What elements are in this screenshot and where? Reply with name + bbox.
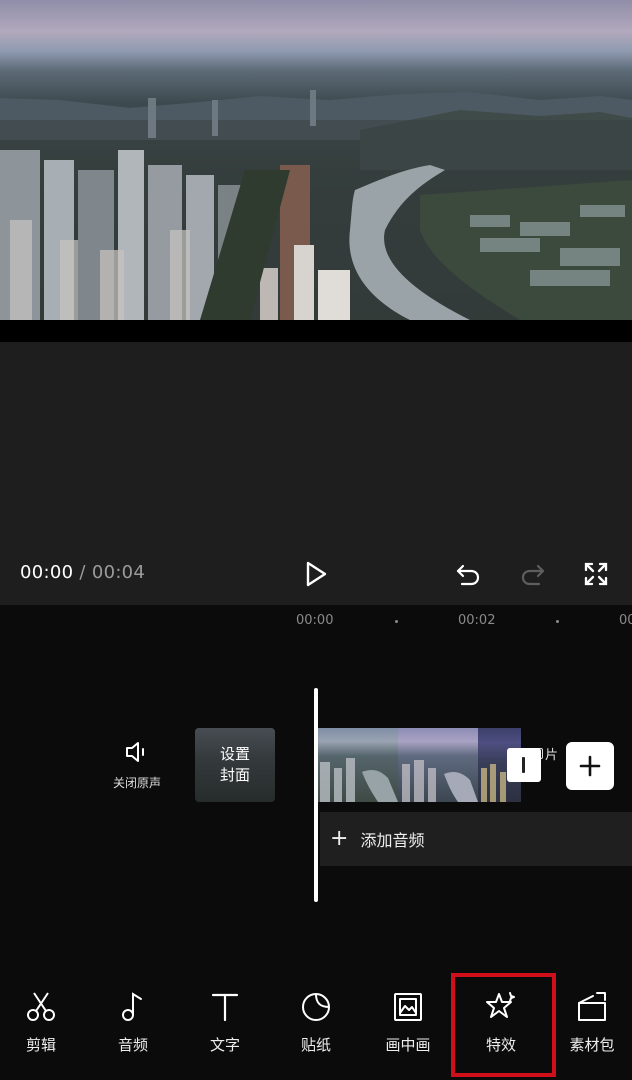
- fullscreen-icon: [584, 562, 608, 586]
- effects-highlight-box: [451, 973, 556, 1077]
- play-icon: [306, 561, 327, 587]
- ruler-label: 00:00: [296, 613, 334, 628]
- play-button[interactable]: [298, 556, 334, 592]
- total-time: 00:04: [91, 562, 146, 583]
- plus-icon: [579, 755, 601, 777]
- text-icon: [211, 993, 239, 1022]
- picture-in-picture-icon: [394, 993, 422, 1021]
- time-separator: /: [79, 562, 86, 583]
- tool-label: 音频: [117, 1036, 148, 1054]
- undo-button[interactable]: [450, 556, 486, 592]
- tool-label: 剪辑: [25, 1036, 56, 1054]
- add-audio-button[interactable]: + 添加音频: [320, 812, 632, 866]
- cover-label: 设置 封面: [219, 745, 250, 784]
- mute-label: 关闭原声: [112, 776, 161, 790]
- timecode: 00:00 / 00:04: [20, 562, 145, 583]
- tool-audio[interactable]: 音频: [93, 990, 173, 1060]
- tool-text[interactable]: 文字: [185, 990, 265, 1060]
- mute-original-audio-button[interactable]: 关闭原声: [104, 740, 170, 800]
- video-preview[interactable]: [0, 0, 632, 320]
- clip-thumbnail: [318, 728, 398, 802]
- scissors-icon: [27, 992, 55, 1021]
- ruler-label: 00: [619, 613, 632, 628]
- clip-trim-handle[interactable]: [507, 748, 541, 782]
- fullscreen-button[interactable]: [578, 556, 614, 592]
- tool-label: 文字: [209, 1036, 240, 1054]
- add-clip-button[interactable]: [566, 742, 614, 790]
- set-cover-button[interactable]: 设置 封面: [195, 728, 275, 802]
- playhead[interactable]: [314, 688, 318, 902]
- tool-label: 画中画: [385, 1036, 431, 1054]
- material-pack-icon: [578, 992, 606, 1021]
- undo-icon: [456, 564, 480, 586]
- video-clip[interactable]: [318, 728, 521, 802]
- tool-picture-in-picture[interactable]: 画中画: [368, 990, 448, 1060]
- ruler-dot: [395, 620, 398, 623]
- current-time: 00:00: [20, 562, 74, 583]
- tool-edit[interactable]: 剪辑: [1, 990, 81, 1060]
- preview-letterbox: [0, 320, 632, 342]
- redo-icon: [521, 564, 545, 586]
- redo-button[interactable]: [515, 556, 551, 592]
- music-note-icon: [122, 992, 142, 1021]
- ruler-dot: [556, 620, 559, 623]
- city-aerial-image: [0, 90, 632, 320]
- plus-icon: +: [330, 826, 349, 851]
- tool-material-pack[interactable]: 素材包: [552, 990, 632, 1060]
- clip-thumbnail: [398, 728, 478, 802]
- tool-label: 贴纸: [300, 1036, 331, 1054]
- tool-sticker[interactable]: 贴纸: [276, 990, 356, 1060]
- add-audio-label: 添加音频: [360, 831, 425, 850]
- speaker-icon: [126, 742, 144, 762]
- ruler-label: 00:02: [458, 613, 496, 628]
- tool-label: 素材包: [569, 1036, 615, 1054]
- sticker-icon: [302, 993, 330, 1021]
